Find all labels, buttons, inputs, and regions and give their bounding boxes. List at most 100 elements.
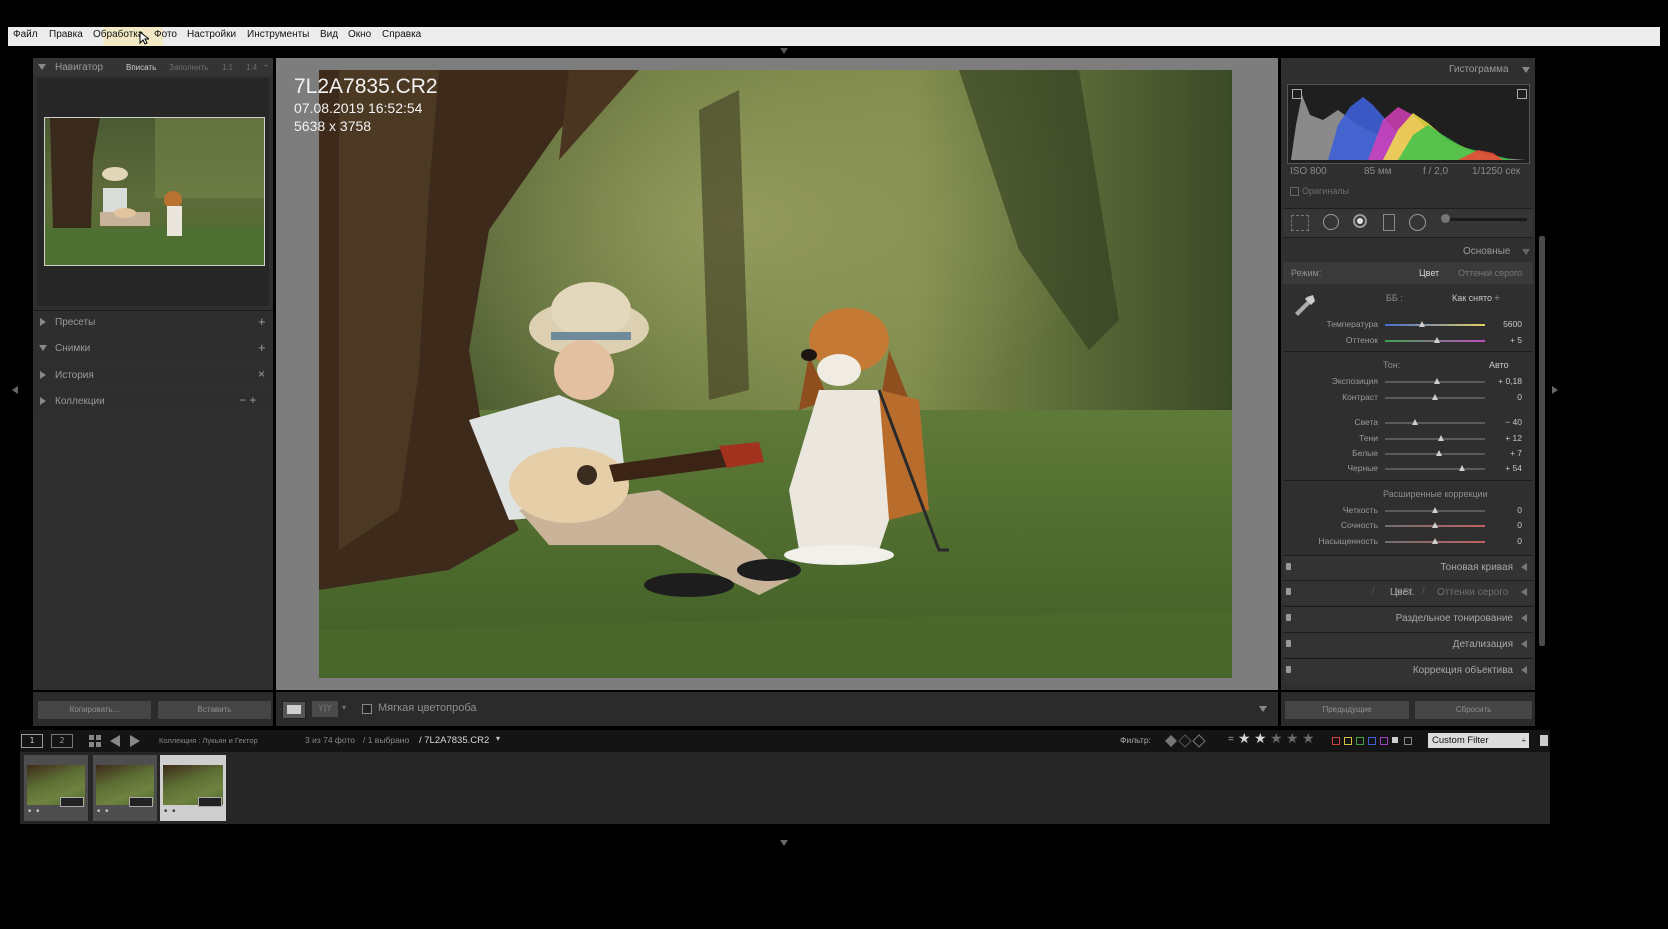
left-panel-toggle-icon[interactable]	[12, 386, 18, 394]
color-tab[interactable]: Цвет	[1390, 587, 1412, 598]
zoom-1-1[interactable]: 1:1	[222, 63, 233, 72]
presets-panel-header[interactable]: Пресеты +	[33, 311, 273, 333]
rating-star-icon[interactable]: ★	[1254, 731, 1267, 747]
flag-filter-icons[interactable]	[1165, 733, 1209, 749]
loupe-view-button[interactable]	[282, 701, 306, 719]
zoom-fill[interactable]: Заполнить	[169, 63, 208, 72]
slider-value[interactable]: + 5	[1490, 335, 1522, 345]
menu-window[interactable]: Окно	[348, 29, 371, 40]
next-photo-icon[interactable]	[129, 734, 141, 748]
wb-preset-dropdown[interactable]: Как снято ÷	[1452, 293, 1500, 303]
slider-value[interactable]: 0	[1490, 536, 1522, 546]
brush-slider[interactable]	[1441, 214, 1527, 223]
slider-value[interactable]: 5600	[1490, 319, 1522, 329]
collections-panel-header[interactable]: Коллекции − +	[33, 390, 273, 412]
bottom-panel-toggle-icon[interactable]	[780, 840, 788, 846]
slider-handle[interactable]	[1432, 538, 1438, 544]
snapshots-panel-header[interactable]: Снимки +	[33, 337, 273, 359]
slider-value[interactable]: 0	[1490, 505, 1522, 515]
slider-handle[interactable]	[1432, 522, 1438, 528]
navigator-thumbnail[interactable]	[44, 117, 265, 266]
menu-tools[interactable]: Инструменты	[247, 29, 309, 40]
rating-filter-stars[interactable]: ★ ★ ★ ★ ★	[1238, 730, 1318, 752]
basic-collapse-icon[interactable]	[1522, 249, 1530, 255]
menu-settings[interactable]: Настройки	[187, 29, 236, 40]
color-label-filter[interactable]	[1332, 737, 1416, 745]
shadow-clipping-indicator-icon[interactable]	[1292, 89, 1302, 99]
basic-title[interactable]: Основные	[1463, 246, 1510, 257]
histogram-title[interactable]: Гистограмма	[1449, 64, 1509, 75]
histogram-collapse-icon[interactable]	[1522, 67, 1530, 73]
navigator-header[interactable]: Навигатор Вписать Заполнить 1:1 1:4 ÷	[33, 58, 273, 76]
right-panel-scrollbar[interactable]	[1539, 236, 1545, 646]
slider-value[interactable]: − 40	[1490, 417, 1522, 427]
slider-value[interactable]: + 54	[1490, 463, 1522, 473]
spot-removal-icon[interactable]	[1323, 214, 1339, 230]
slider-value[interactable]: 0	[1490, 392, 1522, 402]
hsl-section[interactable]: HSL / Цвет / Оттенки серого	[1283, 580, 1533, 605]
menu-view[interactable]: Вид	[320, 29, 338, 40]
add-snapshot-button[interactable]: +	[258, 340, 266, 355]
previous-button[interactable]: Предыдущие	[1284, 700, 1410, 720]
right-panel-toggle-icon[interactable]	[1552, 386, 1558, 394]
second-screen-button[interactable]: 2	[51, 734, 73, 748]
slider-track[interactable]	[1385, 438, 1485, 440]
menu-help[interactable]: Справка	[382, 29, 421, 40]
menu-develop[interactable]: Обработка	[93, 29, 143, 40]
tone-auto-button[interactable]: Авто	[1489, 360, 1509, 370]
highlight-clipping-indicator-icon[interactable]	[1517, 89, 1527, 99]
menu-file[interactable]: Файл	[13, 29, 38, 40]
histogram[interactable]	[1287, 84, 1530, 164]
slider-value[interactable]: 0	[1490, 520, 1522, 530]
slider-handle[interactable]	[1459, 465, 1465, 471]
main-photo[interactable]	[319, 70, 1232, 678]
clear-history-button[interactable]: ×	[258, 367, 265, 381]
slider-handle[interactable]	[1438, 435, 1444, 441]
rating-star-icon[interactable]: ★	[1286, 731, 1299, 747]
rating-star-icon[interactable]: ★	[1302, 731, 1315, 747]
thumbnail-badge-icon[interactable]	[198, 797, 222, 807]
filter-lock-icon[interactable]	[1540, 735, 1548, 746]
mode-color-button[interactable]: Цвет	[1419, 268, 1439, 278]
collection-source[interactable]: Коллекция : Лукьян и Гектор	[159, 736, 258, 745]
detail-section[interactable]: Детализация	[1283, 632, 1533, 657]
main-screen-button[interactable]: 1	[21, 734, 43, 748]
filmstrip-thumbnail[interactable]: • •	[24, 755, 88, 821]
grid-view-icon[interactable]	[89, 735, 101, 747]
slider-track[interactable]	[1385, 468, 1485, 470]
slider-handle[interactable]	[1432, 507, 1438, 513]
add-preset-button[interactable]: +	[258, 314, 266, 329]
top-panel-toggle-icon[interactable]	[780, 48, 788, 54]
slider-handle[interactable]	[1419, 321, 1425, 327]
custom-filter-dropdown[interactable]: Custom Filter ÷	[1428, 733, 1529, 748]
toolbar-options-icon[interactable]	[1259, 706, 1267, 712]
before-after-dropdown-icon[interactable]: ▾	[342, 703, 346, 712]
slider-value[interactable]: + 0,18	[1490, 376, 1522, 386]
slider-track[interactable]	[1385, 324, 1485, 326]
slider-track[interactable]	[1385, 422, 1485, 424]
filename-dropdown-icon[interactable]: ▾	[496, 734, 500, 743]
split-toning-section[interactable]: Раздельное тонирование	[1283, 606, 1533, 631]
graduated-filter-icon[interactable]	[1383, 214, 1395, 231]
slider-value[interactable]: + 7	[1490, 448, 1522, 458]
soft-proof-checkbox[interactable]	[362, 704, 372, 714]
zoom-fit[interactable]: Вписать	[126, 63, 156, 72]
paste-settings-button[interactable]: Вставить	[157, 700, 272, 720]
lens-corrections-section[interactable]: Коррекция объектива	[1283, 658, 1533, 683]
white-balance-eyedropper-icon[interactable]	[1291, 291, 1317, 317]
rating-operator[interactable]: =	[1228, 734, 1234, 745]
copy-settings-button[interactable]: Копировать...	[37, 700, 152, 720]
thumbnail-badge-icon[interactable]	[60, 797, 84, 807]
previous-photo-icon[interactable]	[109, 734, 121, 748]
slider-handle[interactable]	[1412, 419, 1418, 425]
slider-handle[interactable]	[1434, 378, 1440, 384]
slider-handle[interactable]	[1432, 394, 1438, 400]
before-after-button[interactable]: Y|Y	[312, 701, 338, 717]
red-eye-icon[interactable]	[1353, 214, 1367, 228]
slider-handle[interactable]	[1434, 337, 1440, 343]
menu-edit[interactable]: Правка	[49, 29, 83, 40]
grayscale-tab[interactable]: Оттенки серого	[1437, 587, 1508, 598]
crop-tool-icon[interactable]	[1291, 215, 1309, 231]
slider-value[interactable]: + 12	[1490, 433, 1522, 443]
rating-star-icon[interactable]: ★	[1238, 731, 1251, 747]
